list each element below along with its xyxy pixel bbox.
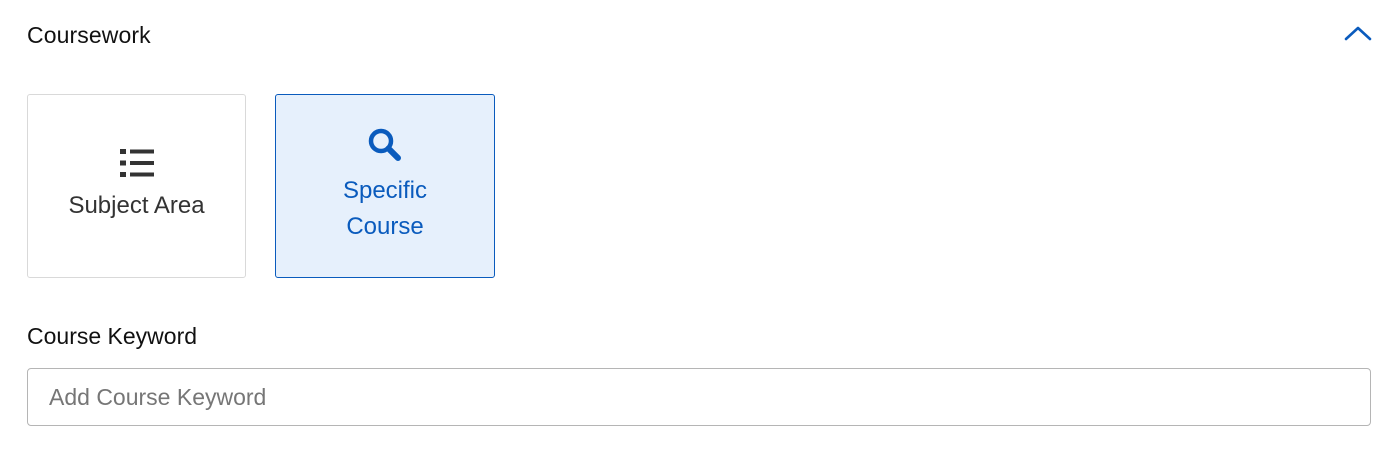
- collapse-section-button[interactable]: [1340, 20, 1376, 50]
- course-keyword-label: Course Keyword: [27, 323, 198, 349]
- specific-course-label: Specific Course: [342, 177, 428, 240]
- list-icon: [119, 148, 154, 178]
- course-keyword-input[interactable]: [27, 368, 1371, 426]
- search-icon: [367, 127, 403, 163]
- chevron-up-icon: [1344, 25, 1372, 46]
- subject-area-option[interactable]: Subject Area: [27, 94, 246, 278]
- search-mode-options: Subject Area Specific Course: [27, 94, 495, 278]
- subject-area-label: Subject Area: [68, 192, 205, 219]
- specific-course-option[interactable]: Specific Course: [275, 94, 495, 278]
- section-title: Coursework: [27, 22, 151, 48]
